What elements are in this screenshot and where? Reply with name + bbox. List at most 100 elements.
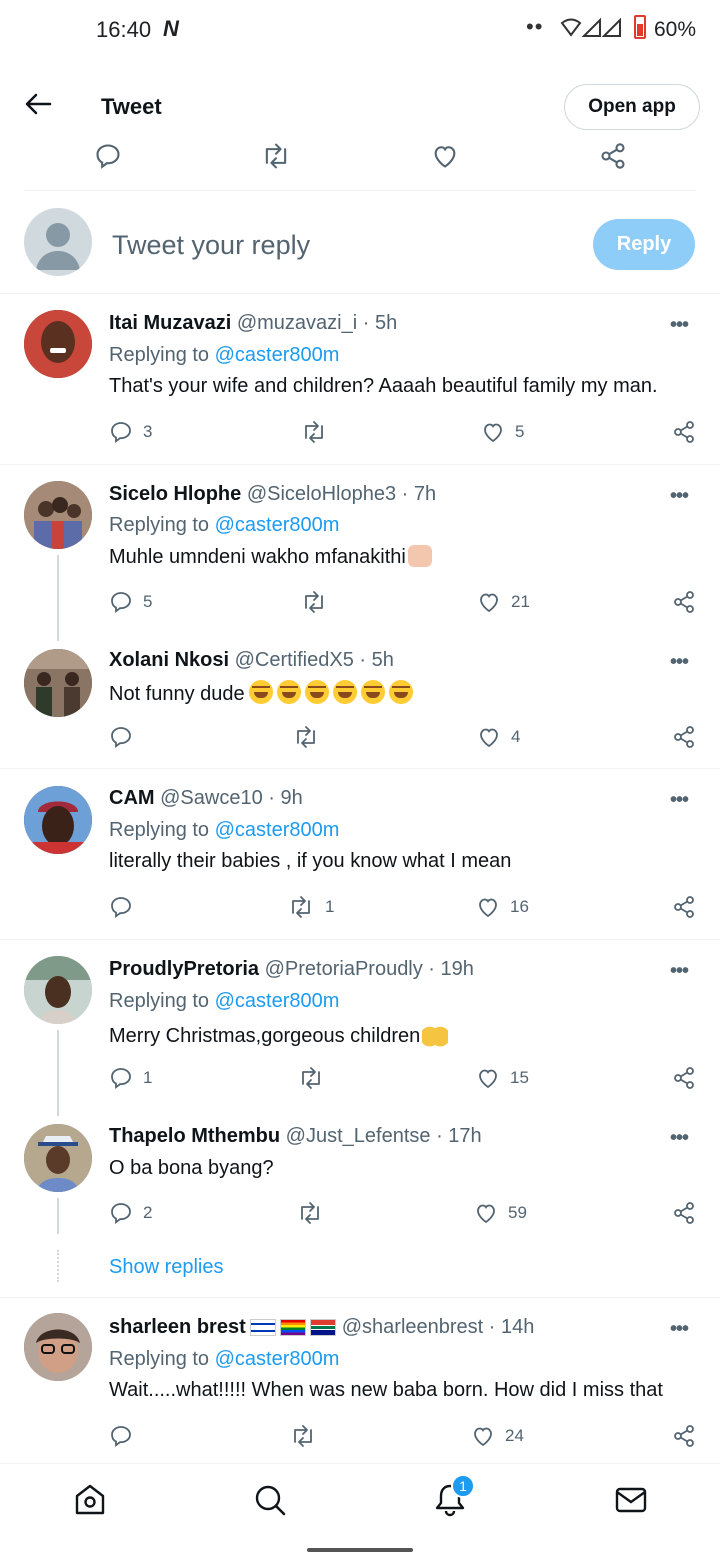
author-handle: @muzavazi_i · 5h bbox=[236, 312, 398, 334]
share-action[interactable] bbox=[672, 723, 696, 751]
home-icon[interactable] bbox=[72, 1482, 108, 1518]
author-name[interactable]: Xolani Nkosi bbox=[109, 649, 229, 671]
author-name[interactable]: sharleen brest bbox=[109, 1316, 246, 1338]
author-name[interactable]: ProudlyPretoria bbox=[109, 958, 259, 980]
replying-to-link[interactable]: @caster800m bbox=[215, 990, 340, 1012]
reply-tweet[interactable]: Itai Muzavazi @muzavazi_i · 5h ••• Reply… bbox=[0, 294, 720, 464]
like-action[interactable]: 4 bbox=[477, 723, 520, 751]
reply-icon[interactable] bbox=[94, 142, 122, 175]
retweet-icon bbox=[292, 896, 310, 918]
share-action[interactable] bbox=[672, 893, 696, 921]
reply-tweet[interactable]: CAM @Sawce10 · 9h ••• Replying to @caste… bbox=[0, 769, 720, 939]
reply-action[interactable]: 3 bbox=[109, 418, 152, 446]
reply-tweet[interactable]: Thapelo Mthembu @Just_Lefentse · 17h •••… bbox=[0, 1110, 720, 1296]
share-icon bbox=[674, 1067, 694, 1089]
more-options-icon[interactable]: ••• bbox=[670, 789, 689, 812]
tweet-text: Merry Christmas,gorgeous children bbox=[109, 1025, 421, 1047]
retweet-icon[interactable] bbox=[260, 142, 292, 175]
share-icon bbox=[674, 1425, 694, 1447]
reply-tweet[interactable]: Sicelo Hlophe @SiceloHlophe3 · 7h ••• Re… bbox=[0, 465, 720, 637]
share-action[interactable] bbox=[672, 1199, 696, 1227]
reply-button[interactable]: Reply bbox=[593, 219, 695, 270]
flag-emojis bbox=[249, 1319, 336, 1337]
share-action[interactable] bbox=[672, 1422, 696, 1450]
reply-tweet[interactable]: sharleen brest @sharleenbrest · 14h ••• R… bbox=[0, 1298, 720, 1463]
fist-emoji-icon bbox=[407, 545, 432, 567]
more-options-icon[interactable]: ••• bbox=[670, 1127, 689, 1150]
share-icon bbox=[674, 896, 694, 918]
like-action[interactable]: 24 bbox=[471, 1422, 524, 1450]
retweet-action[interactable] bbox=[297, 1064, 325, 1092]
tweet-text: literally their babies , if you know wha… bbox=[109, 850, 512, 872]
avatar[interactable] bbox=[24, 310, 92, 378]
share-action[interactable] bbox=[672, 418, 696, 446]
like-action[interactable]: 15 bbox=[476, 1064, 529, 1092]
more-options-icon[interactable]: ••• bbox=[670, 651, 689, 674]
more-options-icon[interactable]: ••• bbox=[670, 1318, 689, 1341]
author-name[interactable]: Thapelo Mthembu bbox=[109, 1125, 280, 1147]
default-avatar bbox=[24, 208, 92, 276]
avatar[interactable] bbox=[24, 786, 92, 854]
laughing-emoji-icon bbox=[388, 680, 413, 704]
reply-action[interactable]: 1 bbox=[109, 1064, 152, 1092]
author-name[interactable]: CAM bbox=[109, 787, 155, 809]
author-handle: @sharleenbrest · 14h bbox=[341, 1316, 535, 1338]
avatar[interactable] bbox=[24, 1313, 92, 1381]
replying-to-link[interactable]: @caster800m bbox=[215, 344, 340, 366]
more-options-icon[interactable]: ••• bbox=[670, 960, 689, 983]
back-arrow-icon[interactable] bbox=[24, 90, 52, 118]
reply-action[interactable] bbox=[109, 893, 133, 921]
reply-icon bbox=[111, 592, 131, 613]
replying-to-link[interactable]: @caster800m bbox=[215, 819, 340, 841]
reply-tweet[interactable]: Xolani Nkosi @CertifiedX5 · 5h ••• Not f… bbox=[0, 637, 720, 768]
share-action[interactable] bbox=[672, 1064, 696, 1092]
author-handle: @PretoriaProudly · 19h bbox=[264, 958, 474, 980]
retweet-action[interactable] bbox=[289, 1422, 317, 1450]
reply-action[interactable]: 5 bbox=[109, 588, 152, 616]
divider bbox=[24, 190, 696, 191]
share-action[interactable] bbox=[672, 588, 696, 616]
share-icon bbox=[674, 1202, 694, 1224]
reply-action[interactable]: 2 bbox=[109, 1199, 152, 1227]
replying-to-link[interactable]: @caster800m bbox=[215, 1348, 340, 1370]
like-action[interactable]: 59 bbox=[474, 1199, 527, 1227]
more-options-icon[interactable]: ••• bbox=[670, 485, 689, 508]
like-icon bbox=[479, 1069, 497, 1089]
replying-to-link[interactable]: @caster800m bbox=[215, 514, 340, 536]
thread-line-dotted bbox=[57, 1250, 59, 1282]
author-name[interactable]: Itai Muzavazi bbox=[109, 312, 231, 334]
reply-tweet[interactable]: ProudlyPretoria @PretoriaProudly · 19h •… bbox=[0, 940, 720, 1110]
avatar[interactable] bbox=[24, 1124, 92, 1192]
like-action[interactable]: 16 bbox=[476, 893, 529, 921]
messages-envelope-icon[interactable] bbox=[613, 1482, 649, 1518]
reply-action[interactable] bbox=[109, 1422, 133, 1450]
status-bar: 16:40 N •• 60% bbox=[0, 0, 720, 60]
retweet-action[interactable] bbox=[300, 588, 328, 616]
reply-count: 2 bbox=[143, 1203, 153, 1222]
like-action[interactable]: 5 bbox=[481, 418, 524, 446]
open-app-button[interactable]: Open app bbox=[564, 84, 700, 130]
gesture-bar[interactable] bbox=[307, 1548, 413, 1552]
retweet-icon bbox=[305, 421, 323, 443]
reply-input[interactable]: Tweet your reply bbox=[112, 230, 310, 261]
avatar[interactable] bbox=[24, 481, 92, 549]
avatar[interactable] bbox=[24, 956, 92, 1024]
status-time: 16:40 bbox=[96, 17, 152, 42]
tweet-text: Not funny dude bbox=[109, 683, 245, 705]
show-replies-link[interactable]: Show replies bbox=[109, 1256, 224, 1279]
reply-action[interactable] bbox=[109, 723, 133, 751]
retweet-action[interactable] bbox=[296, 1199, 324, 1227]
author-name[interactable]: Sicelo Hlophe bbox=[109, 483, 241, 505]
search-icon[interactable] bbox=[252, 1482, 288, 1518]
more-options-icon[interactable]: ••• bbox=[670, 314, 689, 337]
retweet-action[interactable] bbox=[292, 723, 320, 751]
avatar[interactable] bbox=[24, 649, 92, 717]
tweet-text: O ba bona byang? bbox=[109, 1157, 274, 1179]
like-action[interactable]: 21 bbox=[477, 588, 530, 616]
retweet-action[interactable] bbox=[300, 418, 328, 446]
replying-prefix: Replying to bbox=[109, 819, 210, 841]
like-icon[interactable] bbox=[431, 142, 459, 175]
share-icon[interactable] bbox=[599, 142, 627, 175]
retweet-action[interactable]: 1 bbox=[287, 893, 334, 921]
reply-icon bbox=[111, 897, 131, 918]
